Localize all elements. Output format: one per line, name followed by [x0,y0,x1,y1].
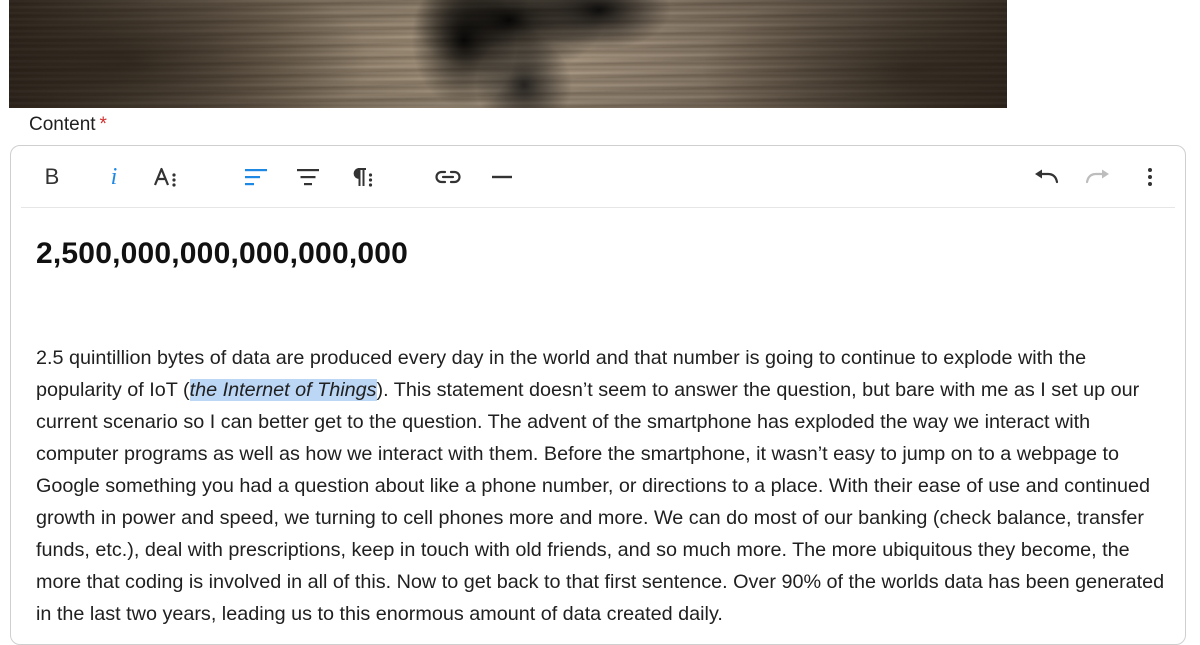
bold-button[interactable]: B [35,160,69,194]
content-field-label: Content * [29,114,107,136]
italic-button[interactable]: i [97,160,131,194]
align-left-button[interactable] [239,160,273,194]
bold-icon: B [44,164,60,189]
undo-icon [1035,169,1059,184]
document-heading[interactable]: 2,500,000,000,000,000,000 [36,237,1171,271]
horizontal-rule-icon [492,175,512,179]
align-center-icon [297,169,319,186]
paragraph-icon [353,168,373,187]
selected-text[interactable]: the Internet of Things [189,379,377,401]
link-icon [435,170,461,184]
italic-icon: i [110,164,118,190]
editor-toolbar: B i [21,146,1175,208]
redo-icon [1085,169,1109,184]
align-center-button[interactable] [291,160,325,194]
document-paragraph[interactable]: 2.5 quintillion bytes of data are produc… [36,342,1171,630]
rich-text-editor[interactable]: B i 2,500,000,000,000,000,000 2.5 quinti… [10,145,1186,645]
align-left-icon [245,169,267,186]
font-size-icon [153,167,176,187]
cover-image [9,0,1007,108]
font-size-button[interactable] [149,160,183,194]
insert-link-button[interactable] [431,160,465,194]
paragraph-format-button[interactable] [345,160,379,194]
required-asterisk: * [99,114,107,135]
horizontal-rule-button[interactable] [485,160,519,194]
more-vert-icon [1148,168,1152,186]
undo-button[interactable] [1029,160,1063,194]
more-options-button[interactable] [1133,160,1167,194]
cover-vignette [9,0,1007,108]
paragraph-text-end: ). This statement doesn’t seem to answer… [36,379,1165,625]
redo-button[interactable] [1081,160,1115,194]
content-label-text: Content [29,114,96,135]
editor-content-area[interactable]: 2,500,000,000,000,000,000 2.5 quintillio… [36,216,1171,630]
